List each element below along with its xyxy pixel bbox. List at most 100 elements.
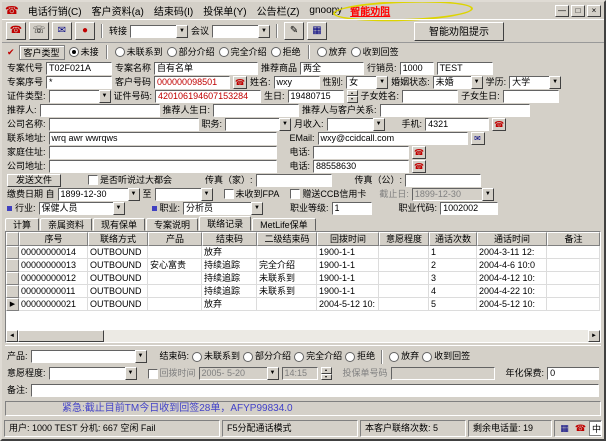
deadline-select[interactable]: 1899-12-30▼ bbox=[412, 188, 494, 201]
referrer-input[interactable] bbox=[40, 104, 160, 117]
birthday-spinner[interactable]: ▴▾ bbox=[347, 90, 358, 103]
table-row[interactable]: 00000000014OUTBOUND放弃1900-1-112004-3-11 … bbox=[6, 246, 600, 259]
id-type-select[interactable]: ▼ bbox=[49, 90, 111, 103]
endcode-option-1[interactable]: 未联系到 bbox=[192, 350, 240, 363]
premium-input[interactable]: 0 bbox=[547, 367, 599, 380]
dial-home-button[interactable]: ☎ bbox=[412, 146, 426, 159]
menu-item-customer-data[interactable]: 客户资料(a) bbox=[87, 1, 149, 20]
customer-type-option-6[interactable]: 放弃 bbox=[317, 46, 347, 59]
minimize-button[interactable]: — bbox=[555, 5, 569, 17]
remark-input[interactable] bbox=[31, 384, 599, 397]
company-name-input[interactable] bbox=[49, 118, 199, 131]
fpa-checkbox[interactable]: 未收到FPA bbox=[224, 188, 280, 201]
endcode-option-5[interactable]: 放弃 bbox=[389, 350, 419, 363]
menu-item-gnoopy[interactable]: gnoopy bbox=[304, 3, 347, 18]
pay-date-from-select[interactable]: 1899-12-30▼ bbox=[58, 188, 140, 201]
menu-item-phone-marketing[interactable]: 电话行销(C) bbox=[23, 1, 87, 20]
dial-button[interactable]: ☎ bbox=[6, 22, 26, 40]
hangup-button[interactable]: ☏ bbox=[29, 22, 49, 40]
child-birth-input[interactable] bbox=[503, 90, 559, 103]
policy-no-input[interactable] bbox=[391, 367, 495, 380]
customer-type-option-2[interactable]: 未联系到 bbox=[115, 46, 163, 59]
product-select[interactable]: ▼ bbox=[31, 350, 147, 363]
project-name-input[interactable]: 自有名单 bbox=[154, 62, 258, 75]
transfer-select[interactable]: ▼ bbox=[130, 25, 188, 38]
intent-dropdown-icon[interactable]: ▼ bbox=[125, 367, 137, 380]
meeting-dropdown-icon[interactable]: ▼ bbox=[258, 25, 270, 38]
position-dropdown-icon[interactable]: ▼ bbox=[279, 118, 291, 131]
endcode-option-4[interactable]: 拒绝 bbox=[345, 350, 375, 363]
project-seq-input[interactable]: * bbox=[46, 76, 112, 89]
birthday-input[interactable]: 19480715 bbox=[288, 90, 344, 103]
marital-select[interactable]: 未婚▼ bbox=[433, 76, 483, 89]
occ-code-input[interactable]: 1002002 bbox=[440, 202, 498, 215]
income-dropdown-icon[interactable]: ▼ bbox=[373, 118, 385, 131]
name-input[interactable]: wxy bbox=[274, 76, 320, 89]
scroll-right-icon[interactable]: ► bbox=[588, 330, 600, 342]
callback-date-select[interactable]: 2005- 5-20▼ bbox=[199, 367, 279, 380]
horizontal-scrollbar[interactable]: ◄ ► bbox=[6, 330, 600, 342]
callback-time-spinner[interactable]: ▴▾ bbox=[321, 367, 332, 380]
tray-grid-icon[interactable]: ▦ bbox=[557, 421, 572, 436]
child-name-input[interactable] bbox=[402, 90, 458, 103]
tray-phone-icon[interactable]: ☎ bbox=[573, 421, 588, 436]
home-addr-input[interactable] bbox=[49, 146, 277, 159]
gender-select[interactable]: 女▼ bbox=[346, 76, 388, 89]
education-select[interactable]: 大学▼ bbox=[509, 76, 561, 89]
spin-down-icon[interactable]: ▾ bbox=[347, 96, 358, 103]
customer-type-option-3[interactable]: 部分介绍 bbox=[167, 46, 215, 59]
menu-item-end-code[interactable]: 结束码(I) bbox=[149, 1, 198, 20]
company-phone-input[interactable]: 88558630 bbox=[313, 160, 409, 173]
send-email-button[interactable]: ✉ bbox=[471, 132, 485, 145]
record-button[interactable]: ● bbox=[75, 22, 95, 40]
ccb-checkbox[interactable]: 赠送CCB信用卡 bbox=[290, 188, 366, 201]
pay-from-dropdown-icon[interactable]: ▼ bbox=[128, 188, 140, 201]
tab-metlife-policy[interactable]: MetLife保单 bbox=[252, 218, 316, 231]
table-row-selected[interactable]: ▶ 00000000021OUTBOUND放弃2004-5-12 10:5200… bbox=[6, 298, 600, 311]
id-type-dropdown-icon[interactable]: ▼ bbox=[99, 90, 111, 103]
customer-type-option-7[interactable]: 收到回签 bbox=[351, 46, 399, 59]
transfer-dropdown-icon[interactable]: ▼ bbox=[176, 25, 188, 38]
email-input[interactable]: wxy@ccidcall.com bbox=[318, 132, 468, 145]
tab-project-desc[interactable]: 专案说明 bbox=[146, 218, 198, 231]
customer-type-option-4[interactable]: 完全介绍 bbox=[219, 46, 267, 59]
referrer-birth-input[interactable] bbox=[213, 104, 299, 117]
smart-tip-button[interactable]: 智能劝阻提示 bbox=[414, 22, 504, 41]
scroll-left-icon[interactable]: ◄ bbox=[6, 330, 18, 342]
mail-button[interactable]: ✉ bbox=[52, 22, 72, 40]
intent-select[interactable]: ▼ bbox=[49, 367, 137, 380]
referrer-relation-input[interactable] bbox=[380, 104, 530, 117]
scrollbar-thumb[interactable] bbox=[18, 330, 104, 342]
gender-dropdown-icon[interactable]: ▼ bbox=[376, 76, 388, 89]
company-addr-input[interactable] bbox=[49, 160, 277, 173]
education-dropdown-icon[interactable]: ▼ bbox=[549, 76, 561, 89]
send-file-button[interactable]: 发送文件 bbox=[7, 174, 61, 187]
marital-dropdown-icon[interactable]: ▼ bbox=[471, 76, 483, 89]
fax-home-input[interactable] bbox=[256, 174, 332, 187]
income-select[interactable]: ▼ bbox=[327, 118, 385, 131]
id-no-input[interactable]: 420106194607153284 bbox=[155, 90, 261, 103]
customer-type-option-1[interactable]: 未接 bbox=[69, 46, 99, 59]
industry-dropdown-icon[interactable]: ▼ bbox=[113, 202, 125, 215]
table-row[interactable]: 00000000013OUTBOUND安心富贵持续追踪完全介绍1900-1-12… bbox=[6, 259, 600, 272]
deadline-dropdown-icon[interactable]: ▼ bbox=[482, 188, 494, 201]
callback-date-dropdown-icon[interactable]: ▼ bbox=[267, 367, 279, 380]
list-button[interactable]: ▦ bbox=[307, 22, 327, 40]
endcode-option-2[interactable]: 部分介绍 bbox=[243, 350, 291, 363]
tab-relatives[interactable]: 亲属资料 bbox=[40, 218, 92, 231]
product-dropdown-icon[interactable]: ▼ bbox=[135, 350, 147, 363]
menu-item-policy[interactable]: 投保单(Y) bbox=[198, 1, 251, 20]
callback-time-input[interactable]: 14:15 bbox=[282, 367, 318, 380]
callback-checkbox[interactable]: 回拨时间 bbox=[148, 367, 196, 380]
edit-button[interactable]: ✎ bbox=[284, 22, 304, 40]
contact-addr-input[interactable]: wrq awr wwrqws bbox=[49, 132, 277, 145]
customer-no-input[interactable]: 000000098501 bbox=[154, 76, 230, 89]
spin-down-icon[interactable]: ▾ bbox=[321, 374, 332, 381]
close-button[interactable]: × bbox=[587, 5, 601, 17]
dial-mobile-button[interactable]: ☎ bbox=[492, 118, 506, 131]
recommend-product-input[interactable]: 两全 bbox=[300, 62, 364, 75]
position-select[interactable]: ▼ bbox=[225, 118, 291, 131]
endcode-option-3[interactable]: 完全介绍 bbox=[294, 350, 342, 363]
occupation-select[interactable]: 分析员▼ bbox=[183, 202, 263, 215]
occupation-dropdown-icon[interactable]: ▼ bbox=[251, 202, 263, 215]
